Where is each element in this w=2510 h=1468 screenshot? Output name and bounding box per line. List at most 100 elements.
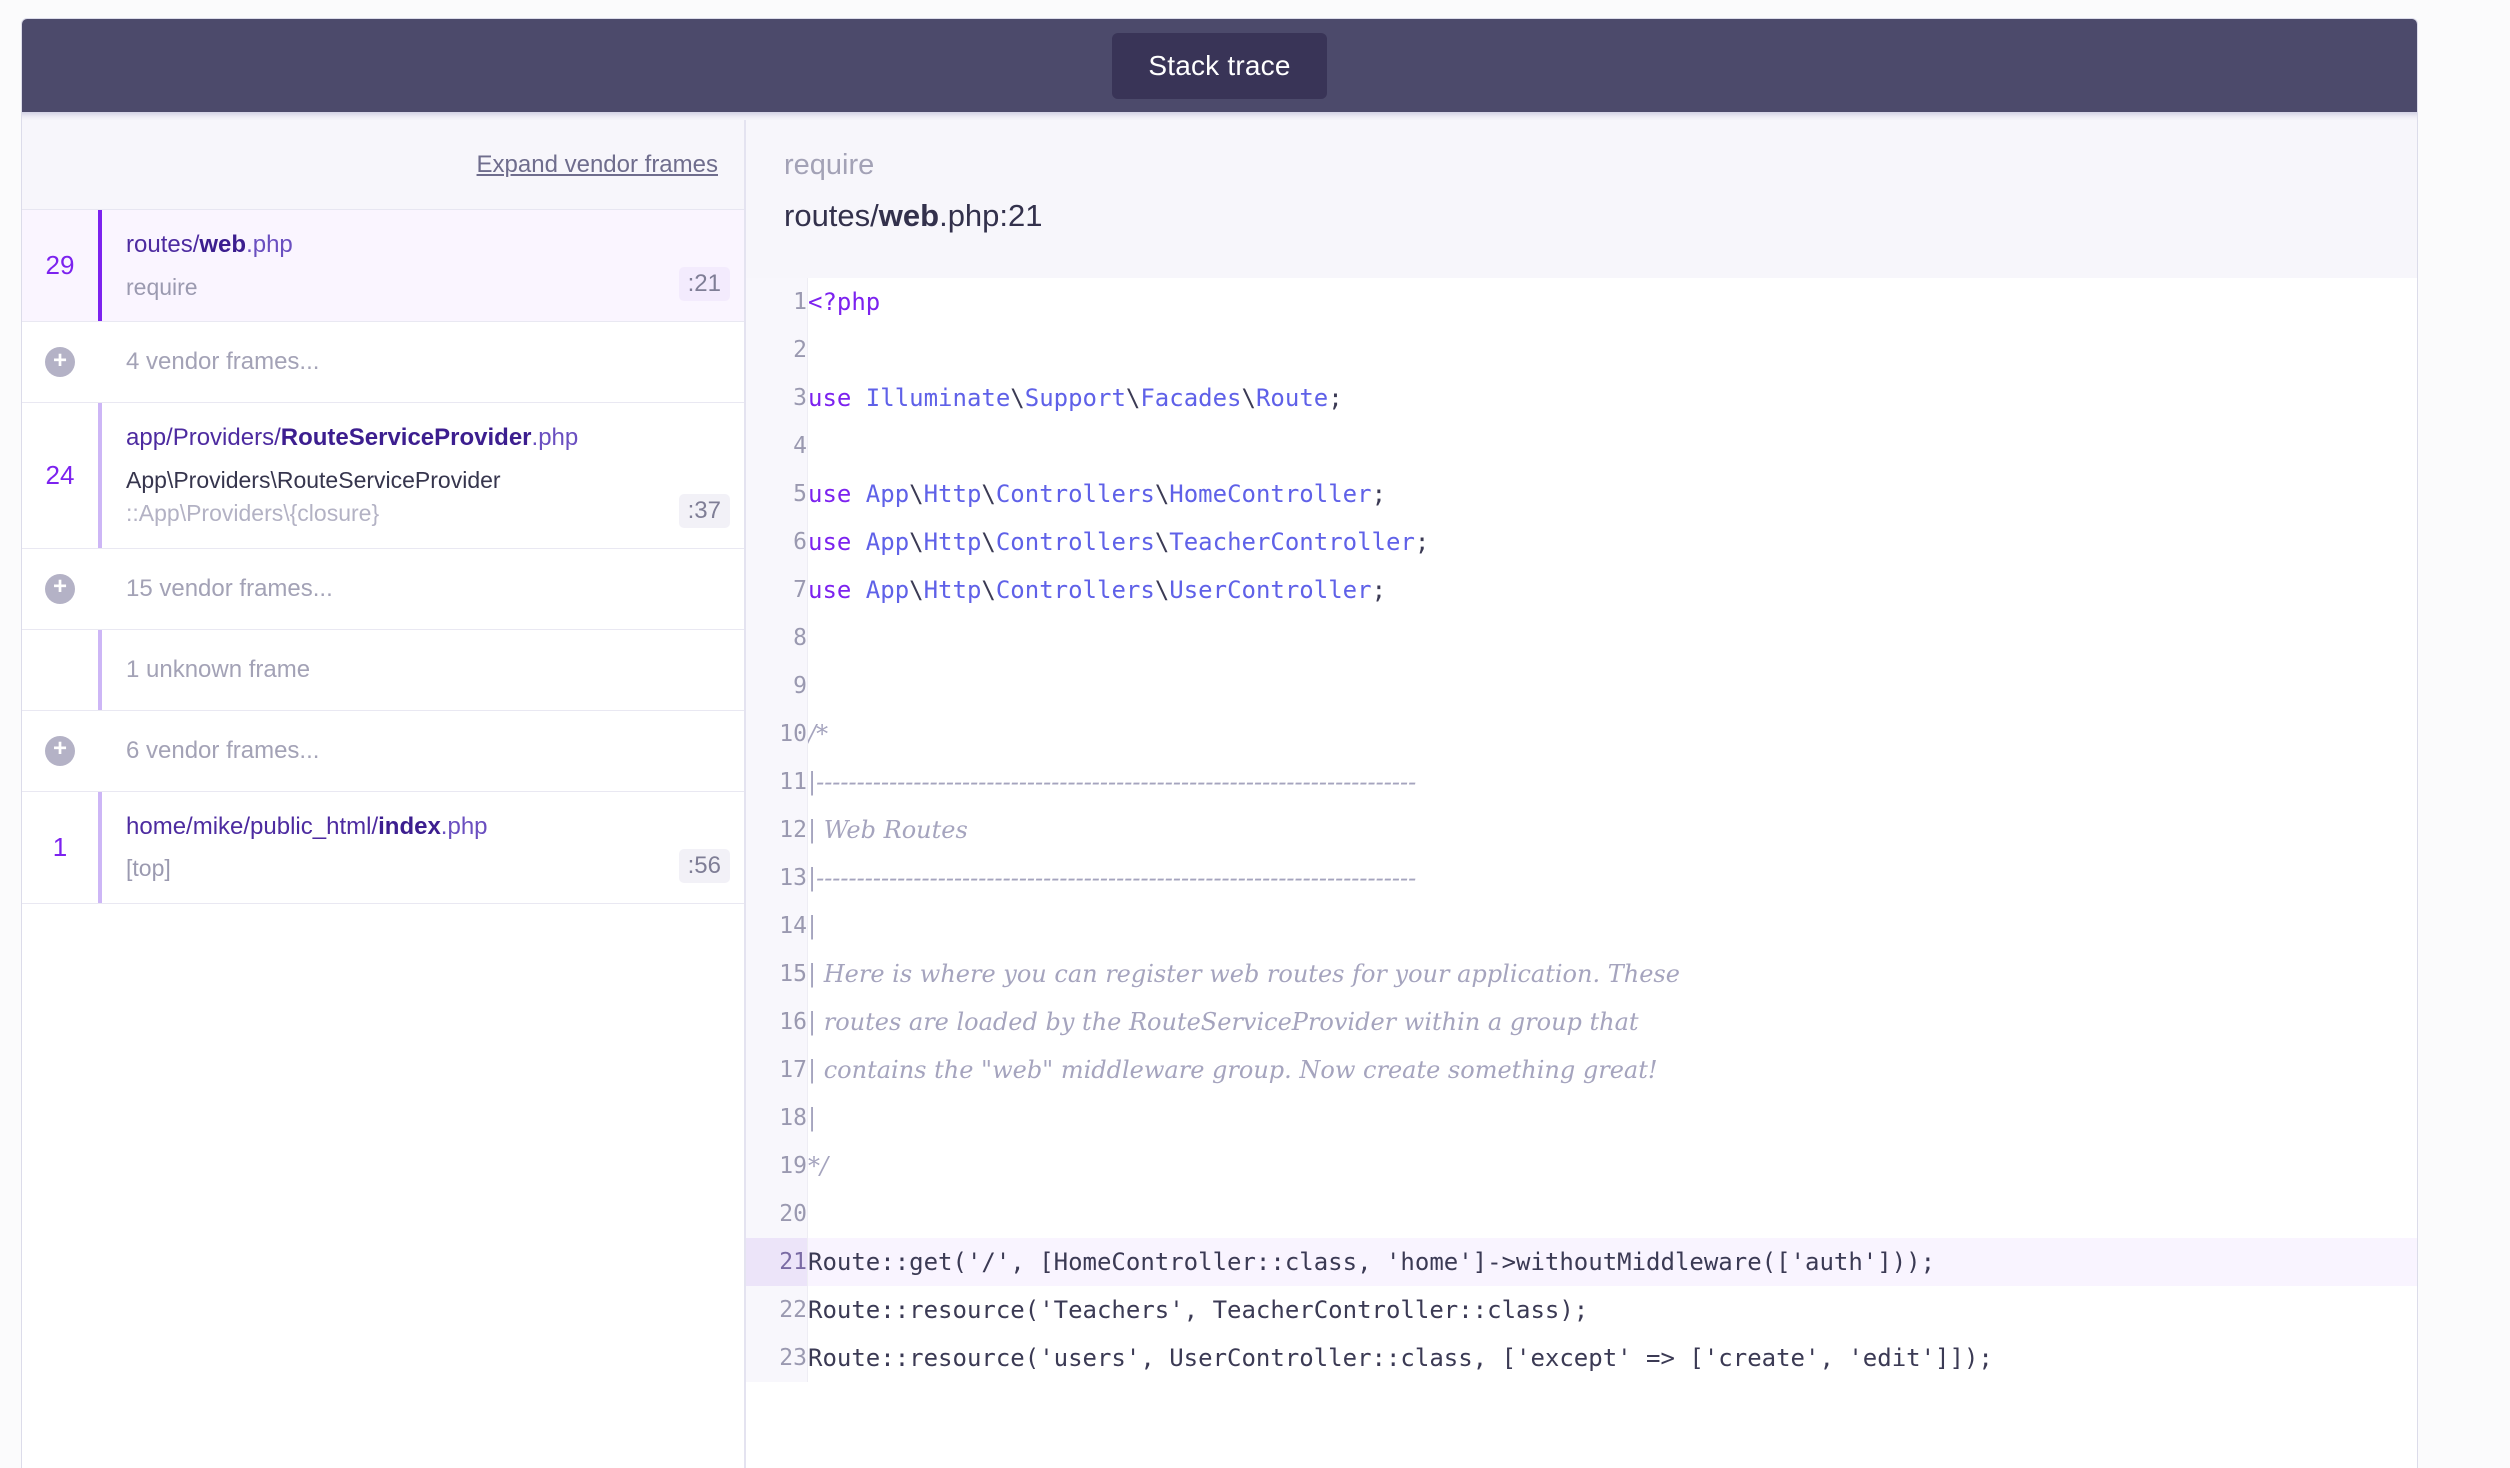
code-line-source: | Web Routes <box>808 806 2418 854</box>
plus-glyph: + <box>52 735 67 763</box>
plus-circle-icon[interactable]: + <box>22 573 98 604</box>
code-line-number: 6 <box>746 518 808 566</box>
code-token: | <box>808 912 817 940</box>
frame-call-class: App\Providers\RouteServiceProvider <box>126 467 501 494</box>
plus-circle-icon-shape: + <box>45 347 75 378</box>
code-token: |---------------------------------------… <box>808 864 1417 892</box>
code-line-source: | <box>808 902 2418 950</box>
code-line-number: 23 <box>746 1334 808 1382</box>
code-line-source: Route::resource('users', UserController:… <box>808 1334 2418 1382</box>
code-line: 6 use App\Http\Controllers\TeacherControl… <box>746 518 2417 566</box>
code-token: Controllers <box>995 528 1155 556</box>
plus-circle-icon[interactable]: + <box>22 347 98 378</box>
code-token: use <box>808 528 866 556</box>
code-line: 14 | <box>746 902 2417 950</box>
filename-ext: .php <box>440 812 488 840</box>
code-line-source: |---------------------------------------… <box>808 758 2418 806</box>
frame-info: 15 vendor frames... <box>102 557 744 621</box>
code-line: 13 |-------------------------------------… <box>746 854 2417 902</box>
frames-list: 29 routes/web.php require:21 +4 vendor fram… <box>22 210 744 905</box>
code-line-source: <?php <box>808 278 2418 326</box>
frame-row[interactable]: 29 routes/web.php require:21 <box>22 210 744 323</box>
code-token: \ <box>981 528 996 556</box>
plus-circle-icon-shape: + <box>45 573 75 604</box>
code-line-number: 16 <box>746 998 808 1046</box>
code-token: Controllers <box>995 576 1155 604</box>
frame-line-number: :21 <box>678 267 730 302</box>
frame-call: require <box>126 273 198 300</box>
code-token: HomeController <box>1169 480 1372 508</box>
plus-glyph: + <box>52 573 67 601</box>
code-line-source <box>808 614 2418 662</box>
code-line-source: | contains the "web" middleware group. N… <box>808 1046 2418 1094</box>
code-panel: require routes/web.php:21 1 <?php 2 3 use I… <box>746 120 2417 1468</box>
code-line-number: 8 <box>746 614 808 662</box>
frame-index: 24 <box>45 460 75 490</box>
code-line-source: |---------------------------------------… <box>808 854 2418 902</box>
frame-info: app/Providers/RouteServiceProvider.php Ap… <box>102 403 744 547</box>
code-line-source <box>808 422 2418 470</box>
window-header: Stack trace <box>22 19 2417 112</box>
frame-row[interactable]: +4 vendor frames... <box>22 322 744 404</box>
code-token: ; <box>1328 384 1343 412</box>
expand-vendor-frames-link[interactable]: Expand vendor frames <box>477 151 718 179</box>
code-token: |---------------------------------------… <box>808 768 1417 796</box>
code-line-source: use App\Http\Controllers\HomeController; <box>808 470 2418 518</box>
code-line: 10/* <box>746 710 2417 758</box>
code-line-number: 7 <box>746 566 808 614</box>
code-token: \ <box>1125 384 1141 412</box>
frame-row[interactable]: +6 vendor frames... <box>22 710 744 792</box>
sidebar-header: Expand vendor frames <box>22 120 744 210</box>
code-token: */ <box>808 1152 829 1180</box>
code-line: 21 Route::get('/', [HomeController::class… <box>746 1238 2417 1286</box>
code-token: Http <box>923 528 982 556</box>
code-line: 3 use Illuminate\Support\Facades\Route; <box>746 374 2417 422</box>
code-token: \ <box>1154 480 1170 508</box>
code-line-source: use App\Http\Controllers\UserController; <box>808 566 2418 614</box>
code-line-source: */ <box>808 1142 2418 1190</box>
frame-row[interactable]: +15 vendor frames... <box>22 548 744 630</box>
code-token: use <box>808 576 866 604</box>
frame-row[interactable]: 24 app/Providers/RouteServiceProvider.php… <box>22 403 744 549</box>
code-line: 19 */ <box>746 1142 2417 1190</box>
frame-info: 6 vendor frames... <box>102 719 744 783</box>
code-line-source: use App\Http\Controllers\TeacherControll… <box>808 518 2418 566</box>
frame-line-number: :56 <box>678 849 730 884</box>
code-token: Support <box>1024 384 1126 412</box>
code-line-source: | <box>808 1094 2418 1142</box>
header-shadow <box>22 112 2417 120</box>
code-line-number: 19 <box>746 1142 808 1190</box>
code-token: \ <box>1154 576 1170 604</box>
code-line-number: 17 <box>746 1046 808 1094</box>
code-token: ; <box>1414 528 1430 556</box>
filename-base: web <box>199 231 247 258</box>
code-file-path: routes/web.php:21 <box>784 198 2417 234</box>
code-line-source <box>808 662 2418 710</box>
filename-base: index <box>378 812 441 840</box>
plus-circle-icon-shape: + <box>45 735 75 766</box>
frame-index <box>22 630 98 710</box>
code-line: 4 <box>746 422 2417 470</box>
frame-call: [top] <box>126 855 171 882</box>
frame-row[interactable]: 1 home/mike/public_html/index.php [top]:56 <box>22 791 744 905</box>
code-token: Illuminate <box>865 384 1011 412</box>
stack-trace-card: Stack trace Expand vendor frames 29 route… <box>21 18 2418 1468</box>
code-line-number: 10 <box>746 710 808 758</box>
code-token: Controllers <box>995 480 1155 508</box>
main-body: Expand vendor frames 29 routes/web.php req… <box>22 120 2417 1468</box>
vendor-frames-label: 4 vendor frames... <box>126 348 320 376</box>
code-line-number: 9 <box>746 662 808 710</box>
code-scroll-area[interactable]: 1 <?php 2 3 use Illuminate\Support\Facades\… <box>746 278 2417 1468</box>
code-line-source <box>808 326 2418 374</box>
frame-info: 1 unknown frame <box>102 630 744 710</box>
frame-row[interactable]: 1 unknown frame <box>22 629 744 711</box>
code-line-number: 12 <box>746 806 808 854</box>
code-token: <?php <box>808 288 881 316</box>
code-token: use <box>808 480 866 508</box>
path-bold: web <box>878 197 940 233</box>
plus-circle-icon[interactable]: + <box>22 735 98 766</box>
code-line: 8 <box>746 614 2417 662</box>
tab-stack-trace[interactable]: Stack trace <box>1112 32 1327 99</box>
frame-index: 29 <box>45 250 75 281</box>
code-token: | <box>808 1104 817 1132</box>
